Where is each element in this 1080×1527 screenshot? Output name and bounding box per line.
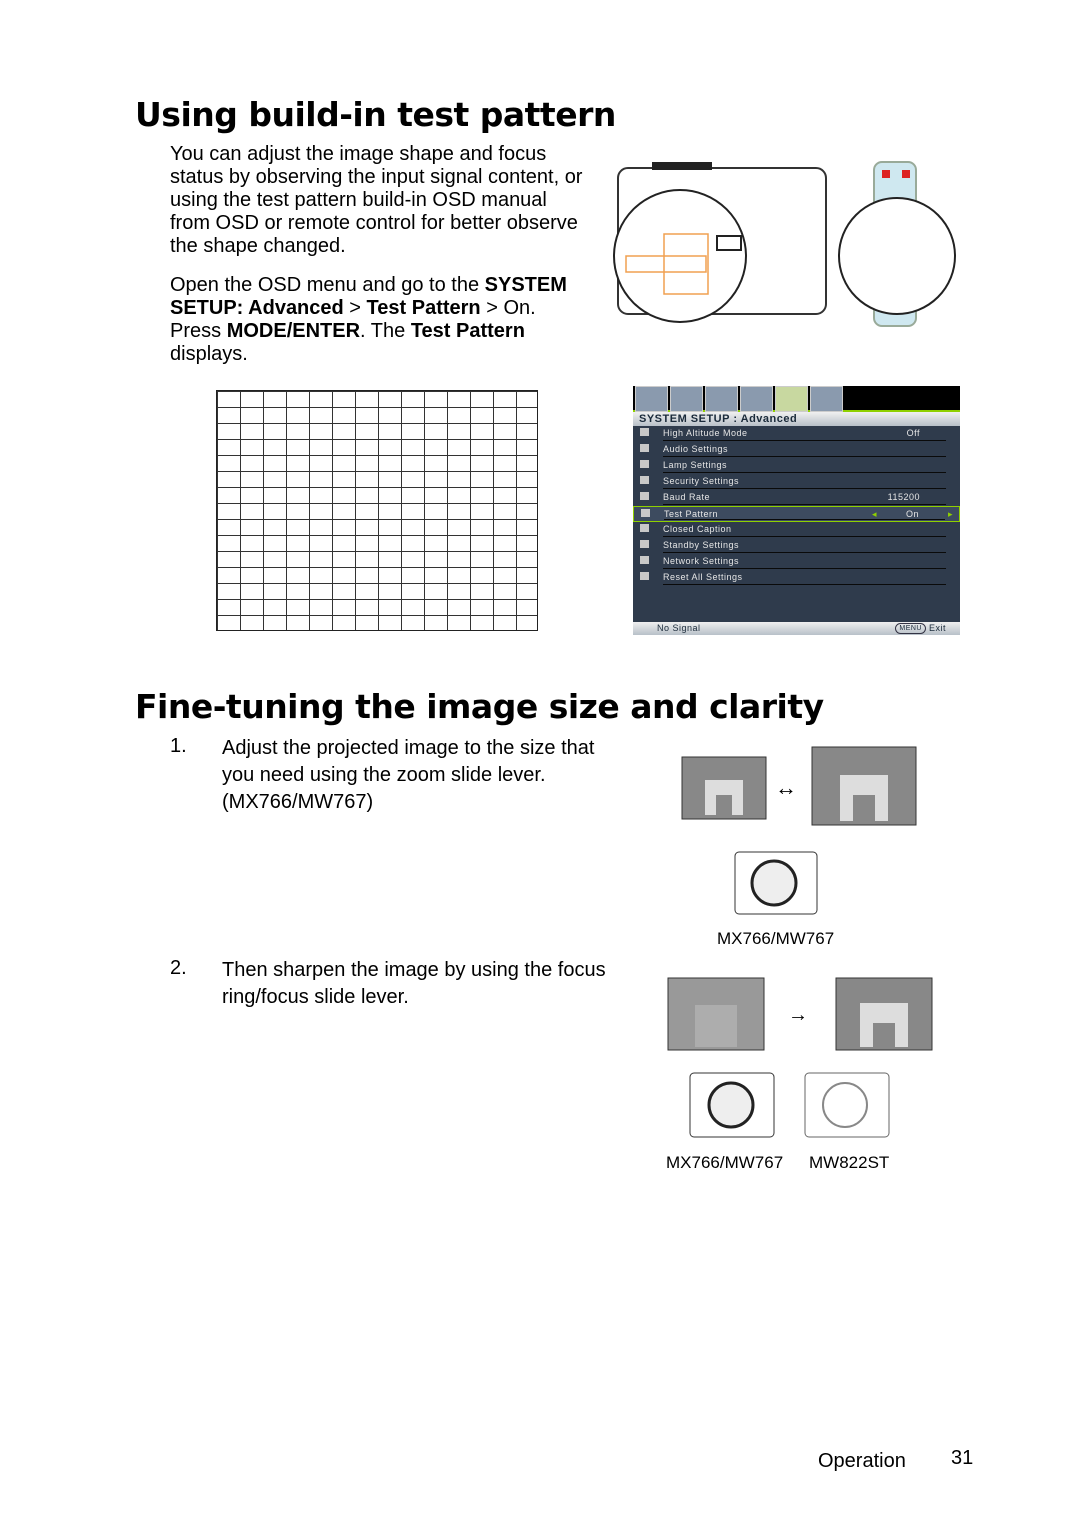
osd-item-value: Off [906, 428, 920, 438]
section-title-fine-tuning: Fine-tuning the image size and clarity [135, 687, 824, 726]
osd-menu: SYSTEM SETUP : Advanced High Altitude Mo… [633, 386, 960, 635]
osd-item-label: Standby Settings [663, 540, 740, 550]
page-number: 31 [951, 1447, 974, 1469]
osd-item-icon [640, 476, 649, 484]
osd-item[interactable]: Standby Settings [633, 538, 960, 554]
osd-item-label: Security Settings [663, 476, 740, 486]
osd-tab-display-icon[interactable] [635, 386, 668, 412]
osd-item-label: High Altitude Mode [663, 428, 748, 438]
osd-tab-picture-icon[interactable] [670, 386, 703, 412]
svg-text:↔: ↔ [775, 775, 797, 800]
key-name: MODE/ENTER [226, 320, 361, 342]
osd-item-label: Closed Caption [663, 524, 732, 534]
osd-item-label: Lamp Settings [663, 460, 728, 470]
osd-tab-system-basic-icon[interactable] [740, 386, 773, 412]
osd-tab-system-advanced-icon[interactable] [775, 386, 808, 412]
osd-tab-source-icon[interactable] [705, 386, 738, 412]
instruction-paragraph: Open the OSD menu and go to the SYSTEM S… [170, 274, 590, 366]
text: > [343, 297, 367, 319]
osd-item-label: Network Settings [663, 556, 740, 566]
no-signal-text: No Signal [657, 623, 701, 633]
exit-label: Exit [928, 623, 946, 633]
osd-item-label: Audio Settings [663, 444, 729, 454]
svg-text:→: → [788, 1004, 808, 1026]
osd-item[interactable]: Audio Settings [633, 442, 960, 458]
osd-item-icon [640, 444, 649, 452]
right-arrow-icon[interactable]: ▸ [948, 507, 953, 521]
section-title-test-pattern: Using build-in test pattern [135, 95, 616, 134]
step-1-number: 1. [170, 735, 187, 757]
text: Open the OSD menu and go to the [170, 274, 485, 296]
osd-header: SYSTEM SETUP : Advanced [633, 412, 960, 426]
osd-item-icon [640, 572, 649, 580]
osd-item-label: Test Pattern [664, 509, 719, 519]
text: displays. [170, 343, 248, 365]
osd-item[interactable]: Network Settings [633, 554, 960, 570]
osd-item[interactable]: High Altitude Mode Off [633, 426, 960, 442]
focus-illustration: → [667, 977, 933, 1138]
step-1-text: Adjust the projected image to the size t… [222, 737, 595, 813]
osd-item-value: 115200 [887, 492, 920, 502]
text: . The [360, 320, 411, 342]
caption-zoom-model: MX766/MW767 [717, 929, 835, 948]
osd-item[interactable]: Closed Caption [633, 522, 960, 538]
intro-paragraph: You can adjust the image shape and focus… [170, 143, 583, 257]
osd-item-label: Reset All Settings [663, 572, 743, 582]
osd-item-label: Baud Rate [663, 492, 711, 502]
left-arrow-icon[interactable]: ◂ [872, 507, 877, 521]
osd-footer: No Signal MENU Exit [633, 622, 960, 635]
osd-tabs [633, 386, 960, 412]
osd-item-icon [640, 428, 649, 436]
osd-tab-information-icon[interactable] [810, 386, 843, 412]
step-2-number: 2. [170, 957, 187, 979]
projector-control-panel-illustration [613, 161, 956, 327]
caption-focus-model-1: MX766/MW767 [666, 1153, 784, 1172]
zoom-illustration: ↔ [681, 746, 917, 915]
osd-item-icon [640, 492, 649, 500]
osd-item[interactable]: Lamp Settings [633, 458, 960, 474]
menu-item: Test Pattern [366, 297, 481, 319]
osd-item-icon [640, 556, 649, 564]
menu-key-icon: MENU [895, 623, 926, 634]
osd-item-icon [641, 509, 650, 517]
osd-item-value: On [905, 509, 919, 519]
osd-item[interactable]: Reset All Settings [633, 570, 960, 586]
caption-focus-model-2: MW822ST [809, 1153, 890, 1172]
osd-item-icon [640, 524, 649, 532]
osd-item[interactable]: Security Settings [633, 474, 960, 490]
osd-item[interactable]: Test Pattern On ◂ ▸ [633, 506, 960, 522]
footer-section-name: Operation [818, 1450, 906, 1472]
step-2-text: Then sharpen the image by using the focu… [222, 959, 606, 1008]
test-pattern-grid [216, 390, 538, 631]
osd-item-icon [640, 460, 649, 468]
menu-item: Test Pattern [410, 320, 525, 342]
osd-item[interactable]: Baud Rate 115200 [633, 490, 960, 506]
osd-item-icon [640, 540, 649, 548]
